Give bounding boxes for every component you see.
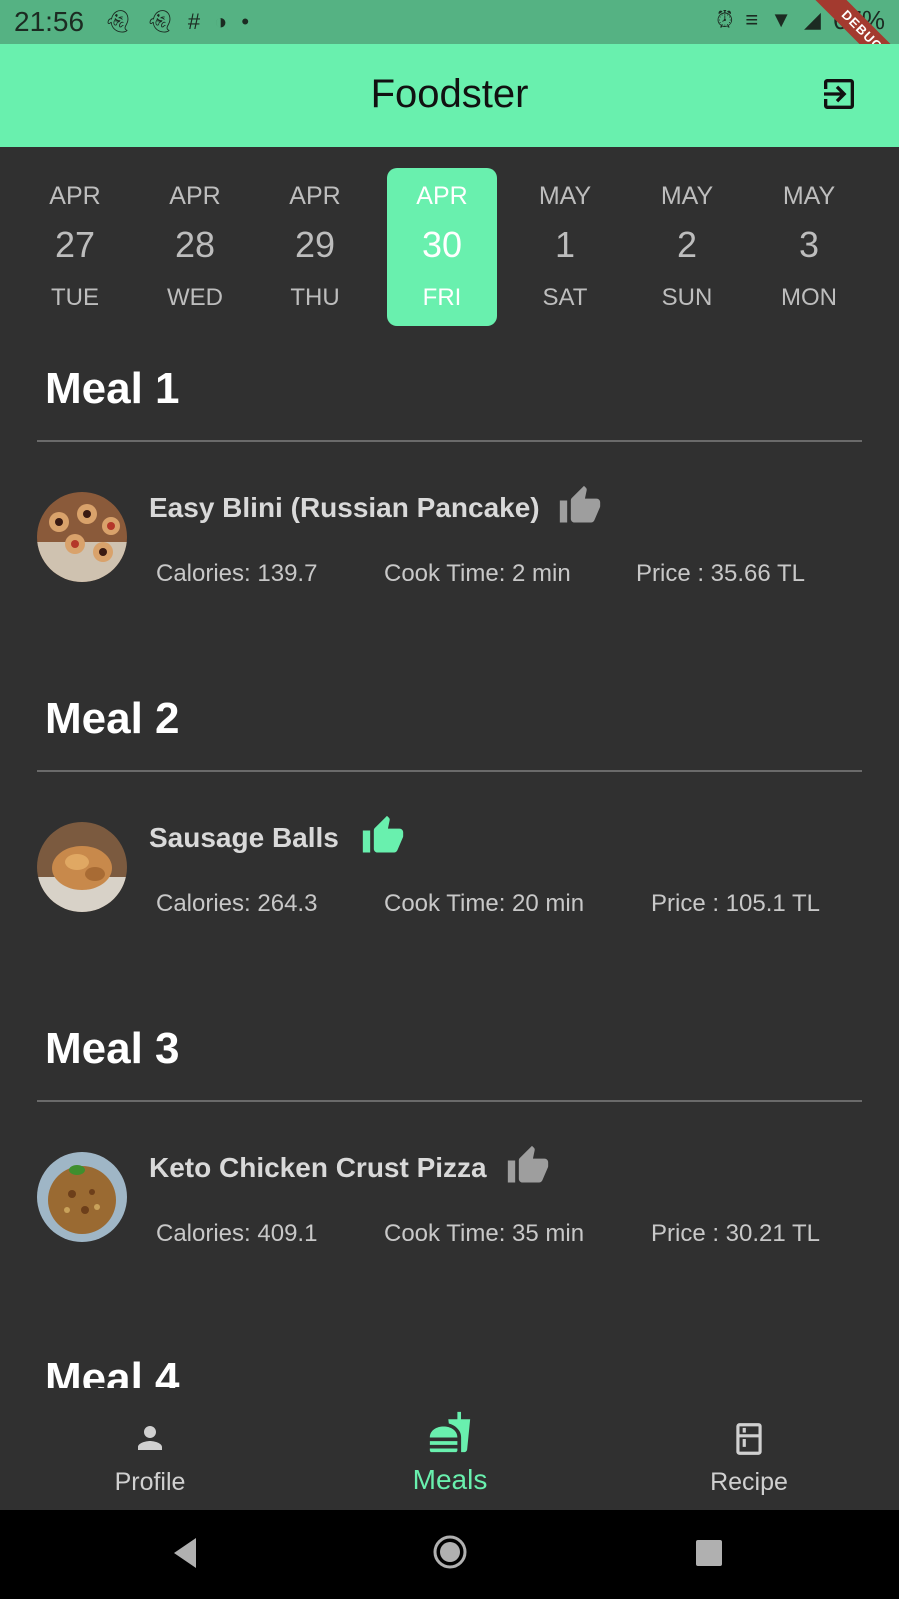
nav-recipe[interactable]: Recipe (599, 1388, 899, 1510)
date-day: 28 (174, 224, 216, 265)
date-month: APR (289, 182, 341, 210)
meal-calories: Calories: 139.7 (156, 560, 318, 587)
date-item-selected[interactable]: APR 30 FRI (387, 168, 497, 326)
notification-icons: 👻︎ 👻︎ # ◑ • (104, 10, 249, 34)
meal-section: Meal 4 (0, 1330, 899, 1388)
more-dot-icon: • (241, 9, 250, 34)
date-item[interactable]: APR 28 WED (140, 168, 250, 326)
nav-label: Profile (114, 1468, 186, 1496)
date-item[interactable]: APR 29 THU (260, 168, 370, 326)
vibrate-icon: ≡ (745, 7, 759, 32)
divider (37, 440, 862, 442)
date-weekday: THU (290, 284, 340, 311)
slack-icon: # (187, 9, 201, 34)
date-weekday: FRI (422, 284, 462, 311)
date-day: 2 (676, 224, 698, 265)
kitchen-icon (736, 1423, 762, 1455)
thumb-up-icon[interactable] (361, 814, 405, 858)
meal-section: Meal 1 Easy Blini (Russian Pancake) Calo… (0, 340, 899, 670)
meal-cook-time: Cook Time: 2 min (384, 560, 571, 587)
date-weekday: SUN (661, 284, 713, 311)
meal-image[interactable] (37, 1152, 127, 1242)
meal-image[interactable] (37, 492, 127, 582)
date-day: 29 (294, 224, 336, 265)
app-bar: Foodster (0, 44, 899, 147)
date-weekday: MON (781, 284, 837, 311)
date-month: APR (49, 182, 101, 210)
date-day: 27 (54, 224, 96, 265)
divider (37, 770, 862, 772)
nav-label: Recipe (710, 1468, 788, 1496)
meal-image[interactable] (37, 822, 127, 912)
app-icon: ◑ (214, 9, 228, 34)
logout-icon[interactable] (819, 74, 859, 114)
home-icon[interactable] (432, 1534, 468, 1570)
meal-calories: Calories: 264.3 (156, 890, 318, 917)
meal-section: Meal 2 Sausage Balls Calories: 264.3 Coo… (0, 670, 899, 1000)
fastfood-icon (429, 1411, 471, 1453)
date-month: MAY (782, 182, 836, 210)
date-month: MAY (538, 182, 592, 210)
nav-meals[interactable]: Meals (300, 1388, 600, 1510)
meal-section: Meal 3 Keto Chicken Crust Pizza Calories… (0, 1000, 899, 1330)
date-weekday: SAT (542, 284, 588, 311)
date-picker: APR 27 TUE APR 28 WED APR 29 THU APR 30 … (20, 168, 880, 328)
person-icon (138, 1426, 162, 1450)
date-item[interactable]: MAY 1 SAT (510, 168, 620, 326)
thumb-up-icon[interactable] (558, 484, 602, 528)
status-time: 21:56 (14, 6, 85, 37)
meal-cook-time: Cook Time: 35 min (384, 1220, 585, 1247)
snapchat-icon: 👻︎ (145, 9, 174, 34)
meal-name[interactable]: Sausage Balls (149, 822, 339, 854)
nav-label: Meals (412, 1464, 488, 1495)
date-item[interactable]: MAY 2 SUN (632, 168, 742, 326)
date-item[interactable]: APR 27 TUE (20, 168, 130, 326)
meal-calories: Calories: 409.1 (156, 1220, 318, 1247)
date-day: 1 (554, 224, 576, 265)
meal-heading: Meal 1 (45, 364, 180, 413)
alarm-icon: ⏰︎ (716, 7, 734, 32)
recents-icon[interactable] (694, 1538, 724, 1568)
meal-heading: Meal 3 (45, 1024, 180, 1073)
meal-price: Price : 30.21 TL (651, 1220, 820, 1247)
date-item[interactable]: MAY 3 MON (754, 168, 864, 326)
meal-price: Price : 105.1 TL (651, 890, 820, 917)
meal-name[interactable]: Easy Blini (Russian Pancake) (149, 492, 540, 524)
signal-icon: ◢ (804, 7, 821, 32)
date-day: 3 (798, 224, 820, 265)
meal-cook-time: Cook Time: 20 min (384, 890, 585, 917)
divider (37, 1100, 862, 1102)
date-weekday: TUE (51, 284, 99, 311)
app-title: Foodster (370, 72, 529, 116)
meals-list[interactable]: Meal 1 Easy Blini (Russian Pancake) Calo… (0, 340, 899, 1388)
back-icon[interactable] (170, 1536, 200, 1570)
system-nav-bar (0, 1510, 899, 1599)
thumb-up-icon[interactable] (506, 1144, 550, 1188)
wifi-icon: ▼ (770, 7, 793, 32)
meal-price: Price : 35.66 TL (636, 560, 805, 587)
snapchat-icon: 👻︎ (104, 9, 132, 34)
date-month: APR (416, 182, 468, 210)
date-weekday: WED (167, 284, 223, 311)
meal-name[interactable]: Keto Chicken Crust Pizza (149, 1152, 487, 1184)
date-day: 30 (421, 224, 463, 265)
meal-heading: Meal 4 (45, 1354, 180, 1388)
status-bar: 21:56 👻︎ 👻︎ # ◑ • ⏰︎ ≡ ▼ ◢ 67% DEBUG (0, 0, 899, 92)
nav-profile[interactable]: Profile (0, 1388, 300, 1510)
date-month: APR (169, 182, 221, 210)
meal-heading: Meal 2 (45, 694, 180, 743)
date-month: MAY (660, 182, 714, 210)
bottom-nav: Profile Meals Recipe (0, 1388, 899, 1510)
